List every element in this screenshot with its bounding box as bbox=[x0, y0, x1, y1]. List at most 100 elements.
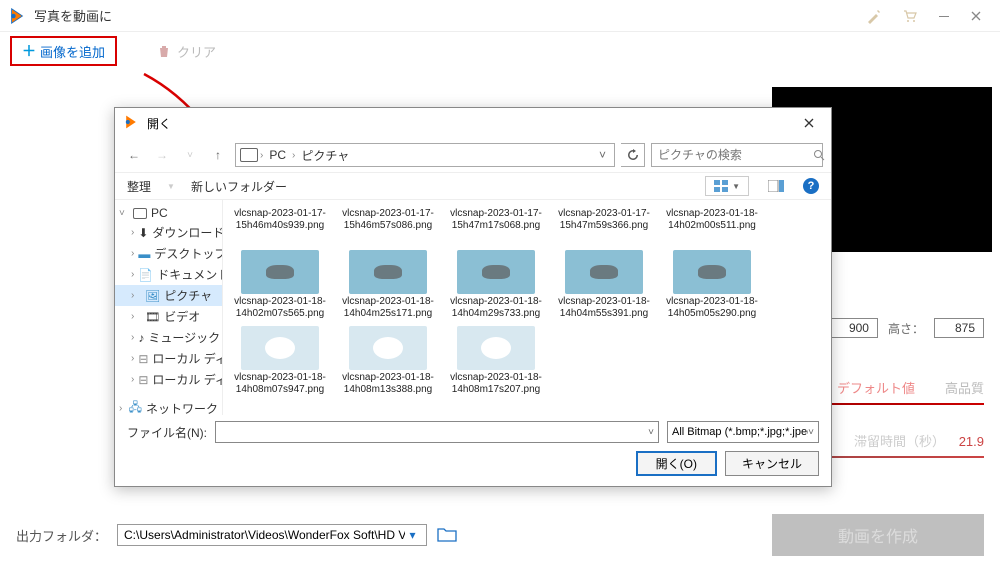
tree-videos[interactable]: ›🎞ビデオ bbox=[115, 306, 222, 327]
tree-network[interactable]: ›🖧ネットワーク bbox=[115, 396, 222, 415]
nav-recent-dropdown[interactable]: ˅ bbox=[179, 144, 201, 166]
file-item[interactable]: vlcsnap-2023-01-18-14h05m05s290.png bbox=[665, 250, 759, 320]
organize-menu[interactable]: 整理 bbox=[127, 178, 151, 195]
tree-pictures[interactable]: ›🖼ピクチャ bbox=[115, 285, 222, 306]
crumb-sep-icon: › bbox=[260, 150, 263, 161]
videos-icon: 🎞 bbox=[145, 310, 160, 324]
thumbnail bbox=[457, 250, 535, 294]
tree-downloads[interactable]: ›⬇ダウンロード bbox=[115, 222, 222, 243]
close-button[interactable] bbox=[960, 4, 992, 28]
quality-slider[interactable] bbox=[832, 403, 984, 405]
quality-default-label: デフォルト値 bbox=[837, 378, 915, 397]
chevron-right-icon: › bbox=[131, 353, 134, 364]
preview-pane-button[interactable] bbox=[765, 176, 787, 196]
chevron-down-icon: ˅ bbox=[119, 208, 129, 219]
dialog-footer: ファイル名(N): ˅ All Bitmap (*.bmp;*.jpg;*.jp… bbox=[115, 415, 831, 486]
filename-dropdown-icon[interactable]: ˅ bbox=[648, 427, 654, 438]
document-icon: 📄 bbox=[138, 268, 153, 282]
nav-forward-button[interactable]: → bbox=[151, 144, 173, 166]
thumbnail bbox=[457, 326, 535, 370]
dialog-close-button[interactable] bbox=[795, 111, 823, 135]
browse-folder-icon[interactable] bbox=[437, 527, 457, 543]
minimize-button[interactable] bbox=[928, 4, 960, 28]
tree-desktop[interactable]: ›▬デスクトップ bbox=[115, 243, 222, 264]
refresh-button[interactable] bbox=[621, 143, 645, 167]
file-item[interactable]: vlcsnap-2023-01-17-15h47m59s366.png bbox=[557, 206, 651, 244]
tree-localdisk-c[interactable]: ›⊟ローカル ディスク (C bbox=[115, 348, 222, 369]
file-grid-area: vlcsnap-2023-01-17-15h46m40s939.png vlcs… bbox=[223, 200, 831, 415]
file-item[interactable]: vlcsnap-2023-01-18-14h04m29s733.png bbox=[449, 250, 543, 320]
dialog-app-icon bbox=[123, 114, 141, 132]
height-input[interactable]: 875 bbox=[934, 318, 984, 338]
magic-icon[interactable] bbox=[864, 6, 884, 26]
disk-icon: ⊟ bbox=[138, 352, 148, 366]
dialog-sidebar: ˅PC ›⬇ダウンロード ›▬デスクトップ ›📄ドキュメント ›🖼ピクチャ ›🎞… bbox=[115, 200, 223, 415]
file-item[interactable]: vlcsnap-2023-01-17-15h46m40s939.png bbox=[233, 206, 327, 244]
desktop-icon: ▬ bbox=[138, 247, 150, 261]
breadcrumb-dropdown-icon[interactable]: ˅ bbox=[595, 148, 610, 162]
create-video-button[interactable]: 動画を作成 bbox=[772, 514, 984, 556]
new-folder-button[interactable]: 新しいフォルダー bbox=[191, 178, 287, 195]
chevron-right-icon: › bbox=[131, 290, 141, 301]
crumb-folder[interactable]: ピクチャ bbox=[297, 147, 353, 164]
search-input[interactable] bbox=[658, 148, 813, 162]
dialog-button-row: 開く(O) キャンセル bbox=[127, 451, 819, 476]
path-dropdown-icon[interactable]: ▾ bbox=[405, 528, 419, 542]
thumbnail bbox=[241, 326, 319, 370]
dialog-title: 開く bbox=[147, 115, 795, 132]
network-icon: 🖧 bbox=[129, 398, 142, 415]
filetype-filter[interactable]: All Bitmap (*.bmp;*.jpg;*.jpeg;* ˅ bbox=[667, 421, 819, 443]
chevron-right-icon: › bbox=[131, 311, 141, 322]
main-titlebar: 写真を動画に bbox=[0, 0, 1000, 32]
quality-high-label: 高品質 bbox=[945, 378, 984, 397]
tree-documents[interactable]: ›📄ドキュメント bbox=[115, 264, 222, 285]
filename-input-wrapper[interactable]: ˅ bbox=[215, 421, 659, 443]
file-item[interactable]: vlcsnap-2023-01-18-14h08m17s207.png bbox=[449, 326, 543, 396]
file-item[interactable]: vlcsnap-2023-01-18-14h04m55s391.png bbox=[557, 250, 651, 320]
thumbnail bbox=[241, 250, 319, 294]
output-path-field[interactable] bbox=[124, 528, 405, 542]
add-image-button[interactable]: ＋ 画像を追加 bbox=[10, 36, 117, 66]
cart-icon[interactable] bbox=[900, 6, 920, 26]
file-item[interactable]: vlcsnap-2023-01-18-14h02m07s565.png bbox=[233, 250, 327, 320]
file-item[interactable]: vlcsnap-2023-01-18-14h04m25s171.png bbox=[341, 250, 435, 320]
file-item[interactable]: vlcsnap-2023-01-18-14h08m07s947.png bbox=[233, 326, 327, 396]
trash-icon bbox=[157, 44, 171, 58]
tree-pc[interactable]: ˅PC bbox=[115, 204, 222, 222]
width-input[interactable]: 900 bbox=[828, 318, 878, 338]
thumbnail bbox=[349, 250, 427, 294]
thumbnail bbox=[349, 326, 427, 370]
dialog-body: ˅PC ›⬇ダウンロード ›▬デスクトップ ›📄ドキュメント ›🖼ピクチャ ›🎞… bbox=[115, 200, 831, 415]
tree-music[interactable]: ›♪ミュージック bbox=[115, 327, 222, 348]
cancel-button[interactable]: キャンセル bbox=[725, 451, 819, 476]
view-mode-button[interactable]: ▼ bbox=[705, 176, 749, 196]
tree-localdisk-d[interactable]: ›⊟ローカル ディスク (D bbox=[115, 369, 222, 390]
help-button[interactable]: ? bbox=[803, 178, 819, 194]
file-item[interactable]: vlcsnap-2023-01-17-15h47m17s068.png bbox=[449, 206, 543, 244]
file-item[interactable]: vlcsnap-2023-01-18-14h02m00s511.png bbox=[665, 206, 759, 244]
pictures-icon: 🖼 bbox=[145, 289, 160, 303]
clear-button[interactable]: クリア bbox=[157, 42, 216, 61]
nav-back-button[interactable]: ← bbox=[123, 144, 145, 166]
file-item[interactable]: vlcsnap-2023-01-18-14h08m13s388.png bbox=[341, 326, 435, 396]
dialog-titlebar: 開く bbox=[115, 108, 831, 138]
breadcrumb[interactable]: › PC › ピクチャ ˅ bbox=[235, 143, 615, 167]
filename-row: ファイル名(N): ˅ All Bitmap (*.bmp;*.jpg;*.jp… bbox=[127, 421, 819, 443]
chevron-right-icon: › bbox=[131, 332, 134, 343]
crumb-pc[interactable]: PC bbox=[265, 148, 290, 162]
dwell-label: 滞留時間（秒） bbox=[854, 434, 945, 449]
file-item[interactable]: vlcsnap-2023-01-17-15h46m57s086.png bbox=[341, 206, 435, 244]
clear-label: クリア bbox=[177, 42, 216, 61]
output-path-input[interactable]: ▾ bbox=[117, 524, 427, 546]
music-icon: ♪ bbox=[138, 331, 144, 345]
chevron-right-icon: › bbox=[119, 403, 125, 414]
nav-up-button[interactable]: ↑ bbox=[207, 144, 229, 166]
search-box[interactable] bbox=[651, 143, 823, 167]
pc-icon bbox=[240, 148, 258, 162]
open-button[interactable]: 開く(O) bbox=[636, 451, 717, 476]
crumb-sep-icon: › bbox=[292, 150, 295, 161]
dwell-slider[interactable] bbox=[832, 456, 984, 458]
bottom-bar: 出力フォルダ： ▾ 動画を作成 bbox=[0, 506, 1000, 564]
filename-input[interactable] bbox=[220, 425, 648, 439]
chevron-right-icon: › bbox=[131, 269, 134, 280]
